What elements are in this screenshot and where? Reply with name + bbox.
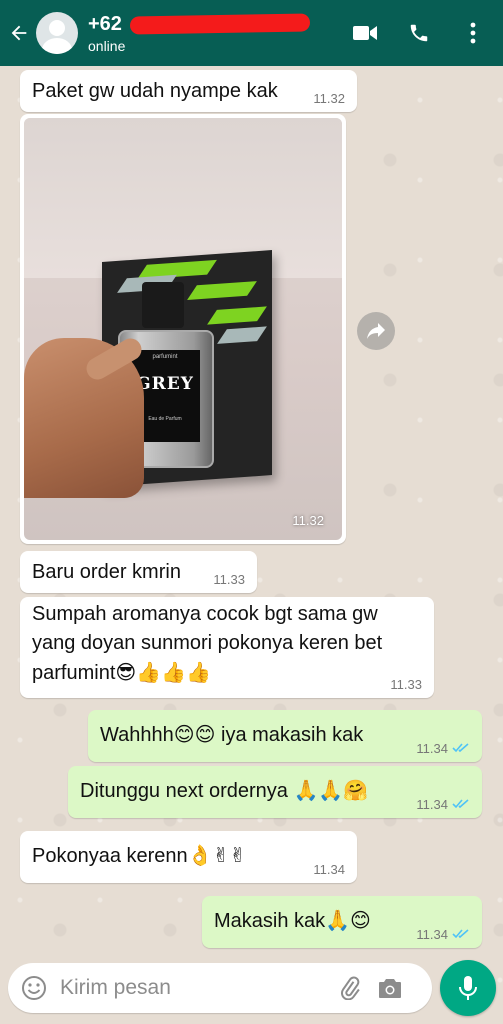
message-time: 11.34 <box>416 927 448 942</box>
message-meta: 11.34 <box>416 927 470 942</box>
message-time: 11.34 <box>416 741 448 756</box>
incoming-message[interactable]: Paket gw udah nyampe kak 11.32 <box>20 70 357 112</box>
text-part: iya makasih kak <box>215 724 364 746</box>
message-meta: 11.34 <box>416 741 470 756</box>
message-time: 11.32 <box>292 513 324 528</box>
message-meta: 11.34 <box>416 797 470 812</box>
message-time: 11.34 <box>313 862 345 877</box>
attach-icon[interactable] <box>330 963 370 1013</box>
message-text: Pokonyaa kerenn👌✌✌ <box>20 831 357 871</box>
message-emojis: 🙏🙏🤗 <box>293 778 369 802</box>
bottle-cap <box>142 282 184 328</box>
video-call-icon[interactable] <box>343 11 387 55</box>
more-vert-icon[interactable] <box>451 11 495 55</box>
message-time: 11.33 <box>213 572 245 587</box>
message-emojis: 🙏😊 <box>325 908 371 932</box>
text-part: Pokonyaa kerenn <box>32 845 188 867</box>
incoming-message[interactable]: Pokonyaa kerenn👌✌✌ 11.34 <box>20 831 357 883</box>
text-part: Makasih kak <box>214 910 326 932</box>
contact-name: +62 <box>88 12 122 35</box>
contact-status: online <box>88 37 126 54</box>
message-line: Sumpah aromanya cocok bgt sama gw <box>32 603 378 625</box>
camera-icon[interactable] <box>370 963 410 1013</box>
forward-icon[interactable] <box>357 312 395 350</box>
outgoing-message[interactable]: Makasih kak🙏😊 11.34 <box>202 896 482 948</box>
redaction-mark <box>129 13 311 35</box>
phone-icon[interactable] <box>397 11 441 55</box>
incoming-image-message[interactable]: parfumint GREY Eau de Parfum 11.32 <box>20 114 346 544</box>
message-time: 11.33 <box>390 677 422 692</box>
message-time: 11.32 <box>313 91 345 106</box>
message-emojis: 👌✌✌ <box>187 843 247 867</box>
read-ticks-icon <box>452 741 470 756</box>
message-emojis: 😊😊 <box>173 722 216 746</box>
message-text: Sumpah aromanya cocok bgt sama gw yang d… <box>20 597 434 688</box>
chat-header: +62 online <box>0 0 503 66</box>
emoji-icon[interactable] <box>12 963 56 1013</box>
message-time: 11.34 <box>416 797 448 812</box>
message-text: Paket gw udah nyampe kak <box>32 80 278 102</box>
contact-info[interactable]: +62 online <box>88 12 311 54</box>
message-line: parfumint <box>32 662 116 684</box>
message-composer <box>8 963 432 1013</box>
avatar-icon[interactable] <box>36 12 78 54</box>
outgoing-message[interactable]: Ditunggu next ordernya 🙏🙏🤗 11.34 <box>68 766 482 818</box>
message-line: yang doyan sunmori pokonya keren bet <box>32 632 383 654</box>
incoming-message[interactable]: Sumpah aromanya cocok bgt sama gw yang d… <box>20 597 434 698</box>
label-brand: parfumint <box>152 354 178 360</box>
message-input[interactable] <box>60 976 330 1000</box>
perfume-photo[interactable]: parfumint GREY Eau de Parfum 11.32 <box>24 118 342 540</box>
mic-icon[interactable] <box>440 960 496 1016</box>
back-arrow-icon[interactable] <box>4 0 34 66</box>
text-part: Ditunggu next ordernya <box>80 780 294 802</box>
message-emojis: 😎👍👍👍 <box>115 660 211 684</box>
outgoing-message[interactable]: Wahhhh😊😊 iya makasih kak 11.34 <box>88 710 482 762</box>
incoming-message[interactable]: Baru order kmrin 11.33 <box>20 551 257 593</box>
read-ticks-icon <box>452 927 470 942</box>
read-ticks-icon <box>452 797 470 812</box>
text-part: Wahhhh <box>100 724 174 746</box>
